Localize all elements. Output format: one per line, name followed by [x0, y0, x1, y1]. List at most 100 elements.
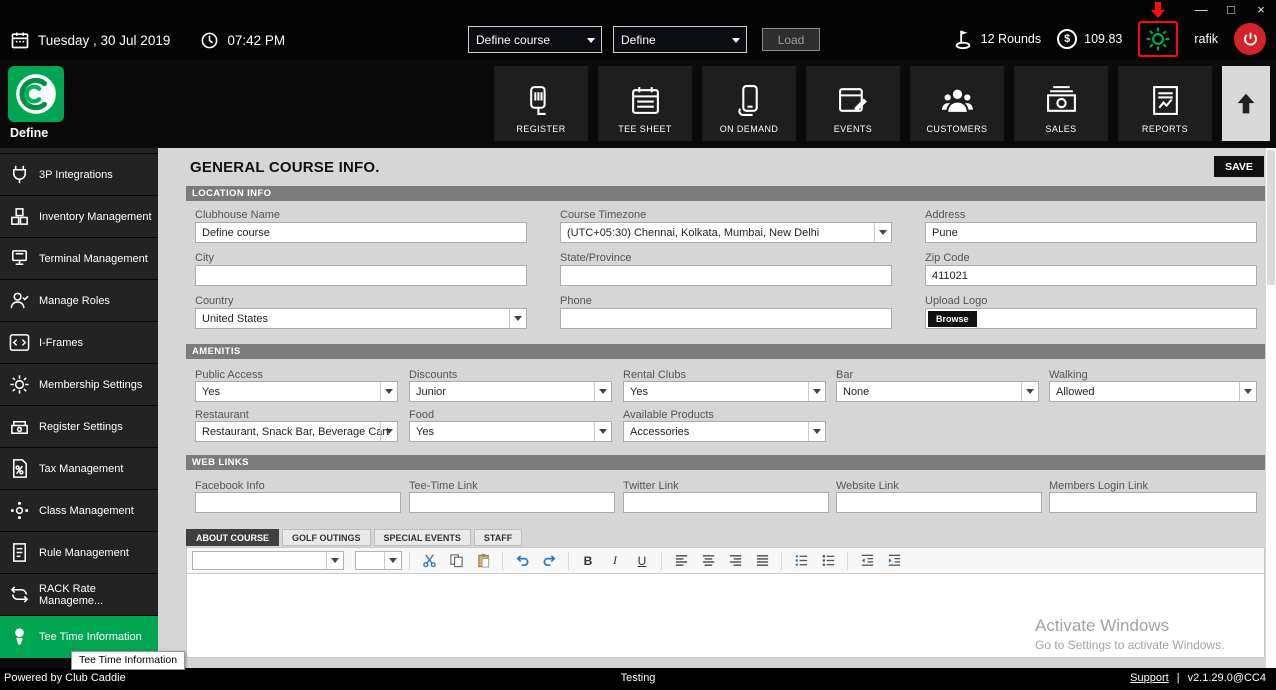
minimize-icon[interactable]: —: [1194, 2, 1208, 17]
nav-tile-sales[interactable]: SALES: [1014, 66, 1108, 141]
sidebar-item-class-management[interactable]: Class Management: [0, 490, 158, 532]
phone-input[interactable]: [560, 308, 892, 329]
course-timezone-select[interactable]: (UTC+05:30) Chennai, Kolkata, Mumbai, Ne…: [560, 222, 892, 243]
sidebar-item-label: Rule Management: [39, 546, 129, 559]
dropdown-arrow-icon: [732, 38, 740, 43]
close-icon[interactable]: ×: [1254, 2, 1268, 17]
tee-time-link-input[interactable]: [409, 492, 615, 513]
browse-button[interactable]: Browse: [928, 310, 977, 327]
nav-tile-on-demand[interactable]: ON DEMAND: [702, 66, 796, 141]
username[interactable]: rafik: [1194, 32, 1218, 46]
members-login-link-input[interactable]: [1049, 492, 1257, 513]
food-label: Food: [409, 409, 435, 421]
address-input[interactable]: [925, 222, 1257, 243]
city-input[interactable]: [195, 265, 527, 286]
activate-windows-watermark-sub: Go to Settings to activate Windows.: [1035, 638, 1225, 652]
tab-golf-outings[interactable]: GOLF OUTINGS: [282, 529, 371, 546]
support-link[interactable]: Support: [1130, 672, 1169, 684]
sidebar-item-label: Terminal Management: [39, 252, 148, 265]
sidebar-item-label: Membership Settings: [39, 378, 143, 391]
walking-select[interactable]: Allowed: [1049, 381, 1257, 402]
sidebar-item-3p-integrations[interactable]: 3P Integrations: [0, 154, 158, 196]
sidebar-item-tax-management[interactable]: Tax Management: [0, 448, 158, 490]
tab-special-events[interactable]: SPECIAL EVENTS: [373, 529, 471, 546]
copy-button[interactable]: [444, 550, 468, 571]
bullet-list-button[interactable]: [789, 550, 813, 571]
define-select[interactable]: Define: [613, 26, 747, 53]
integrations-icon: [9, 164, 30, 185]
upload-logo-field: Browse: [925, 308, 1257, 329]
power-button[interactable]: [1234, 23, 1266, 55]
sales-money-icon: [1045, 84, 1078, 117]
state-input[interactable]: [560, 265, 892, 286]
undo-button[interactable]: [510, 550, 534, 571]
website-link-label: Website Link: [836, 480, 899, 492]
settings-gear-icon[interactable]: [1145, 26, 1171, 52]
dropdown-arrow-icon: [1021, 382, 1038, 401]
italic-button[interactable]: I: [603, 550, 627, 571]
maximize-icon[interactable]: □: [1224, 2, 1238, 17]
sidebar-item-rack-rate-management[interactable]: RACK Rate Manageme...: [0, 574, 158, 616]
cut-button[interactable]: [417, 550, 441, 571]
twitter-link-input[interactable]: [623, 492, 829, 513]
sidebar-item-label: Register Settings: [39, 420, 123, 433]
tab-about-course[interactable]: ABOUT COURSE: [186, 529, 280, 546]
sidebar-item-terminal-management[interactable]: Terminal Management: [0, 238, 158, 280]
app-logo[interactable]: [8, 66, 64, 122]
nav-tile-reports[interactable]: REPORTS: [1118, 66, 1212, 141]
clock-icon: [200, 31, 219, 50]
load-button[interactable]: Load: [762, 28, 820, 51]
font-size-select[interactable]: [355, 551, 402, 570]
sidebar-item-register-settings[interactable]: Register Settings: [0, 406, 158, 448]
collapse-up-button[interactable]: [1222, 66, 1270, 141]
activate-windows-watermark: Activate Windows: [1035, 616, 1170, 635]
underline-button[interactable]: U: [630, 550, 654, 571]
sidebar-item-iframes[interactable]: I-Frames: [0, 322, 158, 364]
paste-button[interactable]: [471, 550, 495, 571]
nav-tile-events[interactable]: EVENTS: [806, 66, 900, 141]
sidebar-item-inventory-management[interactable]: Inventory Management: [0, 196, 158, 238]
red-arrow-indicator: [1151, 2, 1166, 19]
discounts-select[interactable]: Junior: [409, 381, 612, 402]
sidebar-item-membership-settings[interactable]: Membership Settings: [0, 364, 158, 406]
sidebar-item-manage-roles[interactable]: Manage Roles: [0, 280, 158, 322]
country-select[interactable]: United States: [195, 308, 527, 329]
available-products-select[interactable]: Accessories: [623, 421, 826, 442]
tab-staff[interactable]: STAFF: [473, 529, 523, 546]
nav-tile-label: REPORTS: [1141, 124, 1189, 134]
food-select[interactable]: Yes: [409, 421, 612, 442]
datetime-group: Tuesday , 30 Jul 2019 07:42 PM: [10, 20, 285, 60]
dropdown-arrow-icon: [808, 382, 825, 401]
save-button[interactable]: SAVE: [1214, 156, 1264, 177]
scrollbar-thumb[interactable]: [1267, 150, 1275, 285]
numbered-list-button[interactable]: [816, 550, 840, 571]
font-family-select[interactable]: [192, 551, 344, 570]
nav-tile-register[interactable]: REGISTER: [494, 66, 588, 141]
redo-button[interactable]: [537, 550, 561, 571]
bar-select[interactable]: None: [836, 381, 1039, 402]
indent-button[interactable]: [882, 550, 906, 571]
align-left-button[interactable]: [669, 550, 693, 571]
website-link-input[interactable]: [836, 492, 1042, 513]
clubhouse-name-input[interactable]: [195, 222, 527, 243]
facebook-input[interactable]: [195, 492, 401, 513]
define-select-value: Define: [621, 32, 656, 47]
align-right-button[interactable]: [723, 550, 747, 571]
zip-code-input[interactable]: [925, 265, 1257, 286]
restaurant-select[interactable]: Restaurant, Snack Bar, Beverage Cart: [195, 421, 398, 442]
align-left-icon: [674, 553, 689, 568]
public-access-select[interactable]: Yes: [195, 381, 398, 402]
align-center-button[interactable]: [696, 550, 720, 571]
undo-arrow-icon: [515, 553, 530, 568]
bold-button[interactable]: B: [576, 550, 600, 571]
power-icon: [1241, 30, 1260, 49]
justify-button[interactable]: [750, 550, 774, 571]
sidebar-item-label: Tee Time Information: [39, 630, 142, 643]
nav-tile-customers[interactable]: CUSTOMERS: [910, 66, 1004, 141]
sidebar-item-label: RACK Rate Manageme...: [39, 582, 104, 607]
rental-clubs-select[interactable]: Yes: [623, 381, 826, 402]
outdent-button[interactable]: [855, 550, 879, 571]
sidebar-item-rule-management[interactable]: Rule Management: [0, 532, 158, 574]
course-select[interactable]: Define course: [468, 26, 602, 53]
nav-tile-tee-sheet[interactable]: TEE SHEET: [598, 66, 692, 141]
